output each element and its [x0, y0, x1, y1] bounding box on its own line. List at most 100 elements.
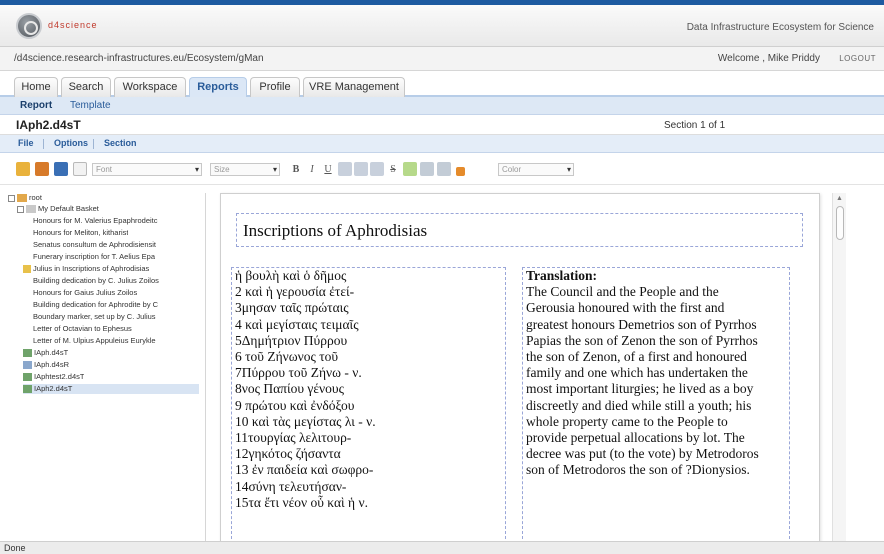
- menu-divider: [43, 139, 44, 149]
- greek-text-field[interactable]: ἡ βουλὴ καὶ ὁ δῆμος 2 καὶ ἡ γερουσία ἐτε…: [231, 267, 506, 544]
- text-line: 10 καὶ τὰς μεγίστας λι - ν.: [235, 413, 376, 429]
- report-page: Inscriptions of Aphrodisias ἡ βουλὴ καὶ …: [220, 193, 820, 544]
- export-icon[interactable]: [73, 162, 87, 176]
- font-select[interactable]: Font ▾: [92, 163, 202, 176]
- menu-options[interactable]: Options: [54, 138, 88, 148]
- tree-item[interactable]: Senatus consultum de Aphrodisiensit: [33, 240, 156, 250]
- open-document-icon[interactable]: [35, 162, 49, 176]
- text-line: decree was put (to the vote) by Metrodor…: [526, 446, 759, 462]
- scroll-up-icon[interactable]: ▲: [836, 195, 843, 202]
- text-line: 6 τοῦ Ζήνωνος τοῦ: [235, 349, 339, 365]
- text-line: 9 πρώτου καὶ ἐνδόξου: [235, 397, 355, 413]
- tree-basket[interactable]: My Default Basket: [17, 204, 99, 214]
- text-line: 12γηκότος ζήσαντα: [235, 446, 341, 462]
- vertical-scrollbar[interactable]: ▲: [832, 193, 846, 543]
- translation-field[interactable]: Translation: The Council and the People …: [522, 267, 790, 544]
- text-line: 14σύνη τελευτήσαν-: [235, 478, 347, 494]
- color-select[interactable]: Color ▾: [498, 163, 574, 176]
- tree-item-selected[interactable]: IAph2.d4sT: [23, 384, 199, 394]
- vre-path: /d4science.research-infrastructures.eu/E…: [14, 53, 264, 64]
- tree-item[interactable]: Funerary inscription for T. Aelius Epa: [33, 252, 155, 262]
- text-line: Gerousia honoured with the first and: [526, 300, 725, 316]
- text-line: whole property came to the People to: [526, 413, 728, 429]
- scroll-thumb[interactable]: [836, 206, 844, 240]
- document-title: IAph2.d4sT: [16, 118, 81, 132]
- text-line: the son of Zenon, of a first and honoure…: [526, 349, 747, 365]
- text-line: greatest honours Demetrios son of Pyrrho…: [526, 316, 757, 332]
- tree-item[interactable]: Julius in Inscriptions of Aphrodisias: [23, 264, 149, 274]
- tab-workspace[interactable]: Workspace: [114, 77, 186, 97]
- link-icon[interactable]: [420, 162, 434, 176]
- logout-link[interactable]: Logout: [839, 54, 876, 63]
- text-line: provide perpetual allocations by lot. Th…: [526, 430, 745, 446]
- tree-item[interactable]: Letter of M. Ulpius Appuleius Eurykle: [33, 336, 156, 346]
- tree-item[interactable]: Honours for Meliton, kitharist: [33, 228, 128, 238]
- subtab-template[interactable]: Template: [70, 100, 111, 111]
- translation-heading: Translation:: [526, 268, 598, 283]
- tab-search[interactable]: Search: [61, 77, 111, 97]
- logo-text[interactable]: d4science: [48, 20, 98, 30]
- report-icon: [23, 373, 32, 382]
- text-line: Papias the son of Zenon the son of Pyrrh…: [526, 332, 758, 348]
- tree-item[interactable]: Boundary marker, set up by C. Julius: [33, 312, 156, 322]
- chevron-down-icon: ▾: [194, 165, 199, 174]
- list-icon[interactable]: [403, 162, 417, 176]
- tree-item[interactable]: Honours for Gaius Julius Zoilos: [33, 288, 137, 298]
- basket-tree: root My Default Basket Honours for M. Va…: [8, 193, 199, 543]
- welcome-text: Welcome , Mike Priddy: [717, 53, 820, 64]
- logo-icon[interactable]: [16, 13, 42, 39]
- collapse-icon[interactable]: [17, 205, 24, 213]
- tab-vre-management[interactable]: VRE Management: [303, 77, 405, 97]
- report-icon: [23, 385, 32, 394]
- tab-home[interactable]: Home: [14, 77, 58, 97]
- collapse-icon[interactable]: [8, 194, 15, 202]
- tree-item[interactable]: Building dedication by C. Julius Zoilos: [33, 276, 159, 286]
- menu-section[interactable]: Section: [104, 138, 137, 148]
- tree-item[interactable]: IAph.d4sR: [23, 360, 69, 370]
- text-line: family and one which has undertaken the: [526, 365, 748, 381]
- folder-icon: [23, 265, 31, 274]
- chevron-down-icon: ▾: [272, 165, 277, 174]
- strikethrough-button[interactable]: S: [387, 163, 399, 176]
- menu-file[interactable]: File: [18, 138, 34, 148]
- tab-reports[interactable]: Reports: [189, 77, 247, 97]
- tab-profile[interactable]: Profile: [250, 77, 300, 97]
- text-line: 7Πύρρου τοῦ Ζήνω - ν.: [235, 365, 362, 381]
- home-folder-icon: [17, 194, 27, 203]
- tree-item[interactable]: Letter of Octavian to Ephesus: [33, 324, 132, 334]
- text-line: discreetly and died while still a youth;…: [526, 397, 752, 413]
- size-select[interactable]: Size ▾: [210, 163, 280, 176]
- text-line: 11τουργίας λελιτουρ-: [235, 430, 352, 446]
- tree-root[interactable]: root: [8, 193, 42, 203]
- italic-button[interactable]: I: [306, 163, 318, 176]
- align-right-icon[interactable]: [370, 162, 384, 176]
- tree-item[interactable]: IAphtest2.d4sT: [23, 372, 84, 382]
- text-line: 2 καὶ ἡ γερουσία ἐτεί-: [235, 284, 355, 300]
- section-indicator: Section 1 of 1: [664, 120, 726, 131]
- report-icon: [23, 361, 32, 370]
- report-subtabs: Report Template: [0, 97, 884, 115]
- report-heading-field[interactable]: Inscriptions of Aphrodisias: [236, 213, 803, 247]
- report-icon: [23, 349, 32, 358]
- text-line: 3μησαν ταῖς πρώταις: [235, 300, 349, 316]
- text-line: 8νος Παπίου γένους: [235, 381, 344, 397]
- underline-button[interactable]: U: [322, 163, 334, 176]
- color-swatch-icon[interactable]: [456, 167, 465, 176]
- unlink-icon[interactable]: [437, 162, 451, 176]
- document-titlebar: IAph2.d4sT Section 1 of 1: [0, 115, 884, 135]
- tagline: Data Infrastructure Ecosystem for Scienc…: [686, 22, 874, 33]
- subtab-report[interactable]: Report: [20, 100, 52, 111]
- tree-item[interactable]: IAph.d4sT: [23, 348, 68, 358]
- save-icon[interactable]: [54, 162, 68, 176]
- basket-icon: [26, 205, 36, 214]
- panel-divider[interactable]: [205, 193, 206, 543]
- tree-item[interactable]: Building dedication for Aphrodite by C: [33, 300, 158, 310]
- status-text: Done: [4, 543, 26, 553]
- bold-button[interactable]: B: [290, 163, 302, 176]
- new-document-icon[interactable]: [16, 162, 30, 176]
- align-left-icon[interactable]: [338, 162, 352, 176]
- text-line: son of Metrodoros the son of ?Dionysios.: [526, 462, 750, 478]
- align-center-icon[interactable]: [354, 162, 368, 176]
- tree-item[interactable]: Honours for M. Valerius Epaphrodeitc: [33, 216, 158, 226]
- text-line: ἡ βουλὴ καὶ ὁ δῆμος: [235, 268, 347, 283]
